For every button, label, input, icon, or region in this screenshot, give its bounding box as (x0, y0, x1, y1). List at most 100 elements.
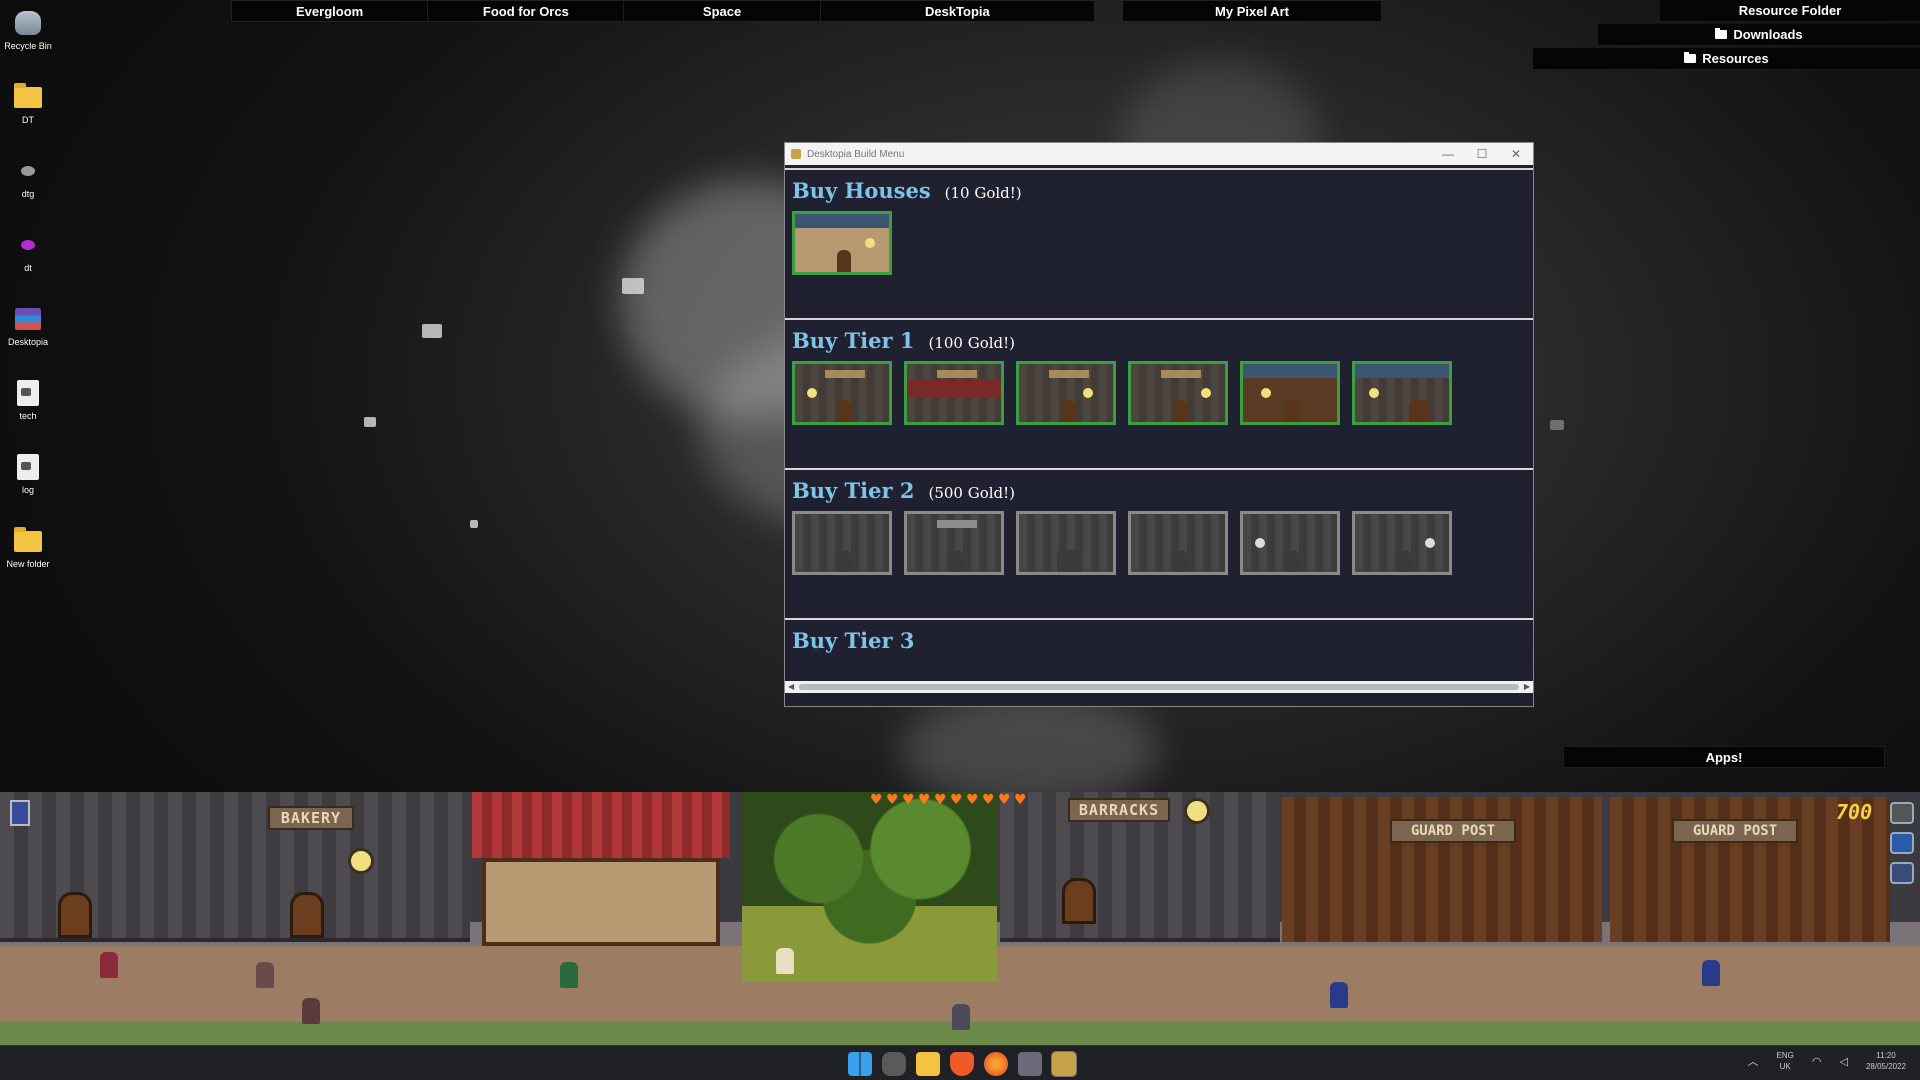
house-tile[interactable] (792, 211, 892, 275)
desktop-icon-desktopia[interactable]: Desktopia (0, 304, 56, 347)
desktop-icon-recycle-bin[interactable]: Recycle Bin (0, 8, 56, 51)
card-icon[interactable] (10, 800, 30, 826)
section-price: (10 Gold!) (944, 184, 1022, 202)
desktop-icon-tech[interactable]: tech (0, 378, 56, 421)
desktop-icon-label: dtg (21, 189, 35, 199)
guard-post-sign: GUARD POST (1390, 819, 1516, 843)
desktop-icon-dt[interactable]: DT (0, 82, 56, 125)
section-title: Buy Tier 1 (792, 328, 915, 353)
window-titlebar[interactable]: Desktopia Build Menu — ☐ ✕ (785, 143, 1533, 165)
guard-post-sign: GUARD POST (1672, 819, 1798, 843)
clock[interactable]: 11:20 28/05/2022 (1866, 1050, 1906, 1072)
tool-button[interactable] (1890, 802, 1914, 824)
firefox-icon[interactable] (984, 1052, 1008, 1076)
start-icon[interactable] (848, 1052, 872, 1076)
section-buy-tier-1: Buy Tier 1 (100 Gold!) (785, 318, 1533, 468)
tool-button[interactable] (1890, 832, 1914, 854)
volume-icon[interactable]: ◁ (1839, 1055, 1847, 1068)
tier2-tile-locked[interactable] (1352, 511, 1452, 575)
gamepad-icon[interactable] (882, 1052, 906, 1076)
building-bakery[interactable]: BAKERY (0, 792, 470, 942)
file-icon (17, 454, 39, 480)
launch-desktopia[interactable]: DeskTopia (821, 1, 1094, 21)
tier2-tile-locked[interactable] (1240, 511, 1340, 575)
tier1-tile[interactable] (1240, 361, 1340, 425)
tier1-tile[interactable] (792, 361, 892, 425)
desktopia-game-strip: BAKERY BARRACKS GUARD POST GUARD POST ♥ ♥… (0, 792, 1920, 1045)
system-tray: ︿ ENG UK ◠ ◁ 11:20 28/05/2022 (1748, 1050, 1906, 1072)
gold-counter: 700 (1836, 800, 1873, 824)
resource-folder-button[interactable]: Resource Folder (1660, 0, 1920, 22)
launch-my-pixel-art[interactable]: My Pixel Art (1123, 1, 1381, 21)
heart-icon: ♥ (950, 792, 963, 808)
building-tiles (792, 361, 1526, 425)
section-title: Buy Tier 3 (792, 628, 915, 653)
file-explorer-icon[interactable] (916, 1052, 940, 1076)
rock-particle (422, 324, 442, 338)
window-title: Desktopia Build Menu (807, 148, 905, 160)
language-indicator[interactable]: ENG UK (1777, 1050, 1794, 1072)
tier2-tile-locked[interactable] (792, 511, 892, 575)
maximize-button[interactable]: ☐ (1465, 147, 1499, 161)
tier2-tile-locked[interactable] (904, 511, 1004, 575)
desktop-icon-log[interactable]: log (0, 452, 56, 495)
desktop-icon-label: New folder (6, 559, 50, 569)
tier1-tile[interactable] (904, 361, 1004, 425)
scrollbar-thumb[interactable] (799, 684, 1519, 690)
steam-icon[interactable] (1018, 1052, 1042, 1076)
folder-icon (1684, 52, 1697, 63)
tool-button[interactable] (1890, 862, 1914, 884)
lamp-icon (1184, 798, 1210, 824)
lamp-icon (348, 848, 374, 874)
heart-icon: ♥ (886, 792, 899, 808)
taskbar-apps (848, 1051, 1077, 1077)
desktop-icon-dtg[interactable]: dtg (0, 156, 56, 199)
minimize-button[interactable]: — (1431, 147, 1465, 161)
resources-button[interactable]: Resources (1533, 48, 1920, 70)
tier2-tile-locked[interactable] (1016, 511, 1116, 575)
file-icon (17, 380, 39, 406)
launch-food-for-orcs[interactable]: Food for Orcs (428, 1, 625, 21)
wifi-icon[interactable]: ◠ (1812, 1055, 1822, 1068)
door-icon (290, 892, 324, 938)
building-barracks[interactable]: BARRACKS (1000, 792, 1280, 942)
house-roof (472, 792, 730, 858)
guard-post-palisade[interactable]: GUARD POST (1282, 797, 1602, 942)
brave-browser-icon[interactable] (950, 1052, 974, 1076)
folder-icon (14, 526, 42, 552)
building-tiles (792, 211, 1526, 275)
tier1-tile[interactable] (1128, 361, 1228, 425)
desktop-icon-label: log (21, 485, 34, 495)
desktopia-app-icon[interactable] (1051, 1051, 1077, 1077)
downloads-label: Downloads (1733, 27, 1803, 42)
downloads-button[interactable]: Downloads (1598, 24, 1920, 46)
door-icon (1062, 878, 1096, 924)
rock-particle (622, 278, 644, 294)
guard-sprite (1330, 982, 1348, 1008)
section-buy-tier-2: Buy Tier 2 (500 Gold!) (785, 468, 1533, 618)
tier1-tile[interactable] (1352, 361, 1452, 425)
chevron-up-icon[interactable]: ︿ (1748, 1053, 1759, 1069)
section-title: Buy Tier 2 (792, 478, 915, 503)
recycle-bin-icon (15, 11, 41, 35)
desktop-icon-label: dt (24, 263, 32, 273)
barracks-sign: BARRACKS (1068, 798, 1170, 822)
desktop-icon-label: Desktopia (7, 337, 49, 347)
close-button[interactable]: ✕ (1499, 147, 1533, 161)
villager-sprite (302, 998, 320, 1024)
launch-space[interactable]: Space (624, 1, 821, 21)
app-icon (21, 166, 35, 176)
house-building[interactable] (482, 858, 720, 946)
desktop-icon-label: Recycle Bin (4, 41, 52, 51)
horizontal-scrollbar[interactable]: ◀ ▶ (785, 681, 1533, 693)
heart-icon: ♥ (902, 792, 915, 808)
heart-icon: ♥ (1014, 792, 1027, 808)
apps-button[interactable]: Apps! (1563, 746, 1885, 768)
desktop-icon-new-folder[interactable]: New folder (0, 526, 56, 569)
section-price: (500 Gold!) (928, 484, 1016, 502)
tier2-tile-locked[interactable] (1128, 511, 1228, 575)
launch-evergloom[interactable]: Evergloom (232, 1, 429, 21)
door-icon (58, 892, 92, 938)
tier1-tile[interactable] (1016, 361, 1116, 425)
desktop-icon-dt-app[interactable]: dt (0, 230, 56, 273)
